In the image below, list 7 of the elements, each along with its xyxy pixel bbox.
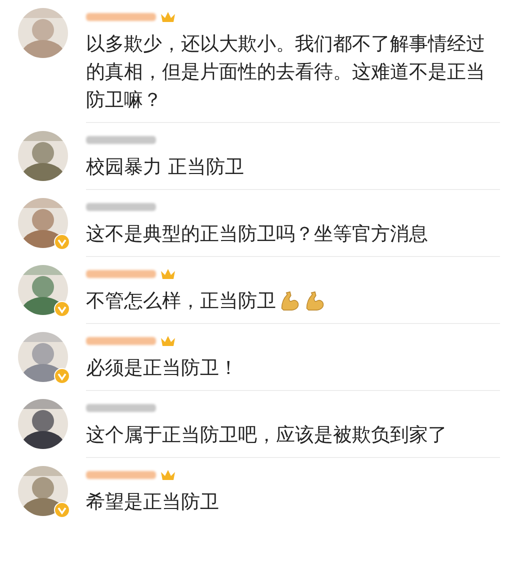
comment-text: 必须是正当防卫！ xyxy=(86,356,238,381)
comment-text: 这不是典型的正当防卫吗？坐等官方消息 xyxy=(86,222,428,247)
comment-text: 不管怎么样，正当防卫 xyxy=(86,289,276,314)
comment-text: 希望是正当防卫 xyxy=(86,490,219,515)
comment-text: 以多欺少，还以大欺小。我们都不了解事情经过的真相，但是片面性的去看待。这难道不是正当防卫嘛？ xyxy=(86,32,486,113)
comment-text: 这个属于正当防卫吧，应该是被欺负到家了 xyxy=(86,423,447,448)
comment-text: 校园暴力 正当防卫 xyxy=(86,155,244,180)
